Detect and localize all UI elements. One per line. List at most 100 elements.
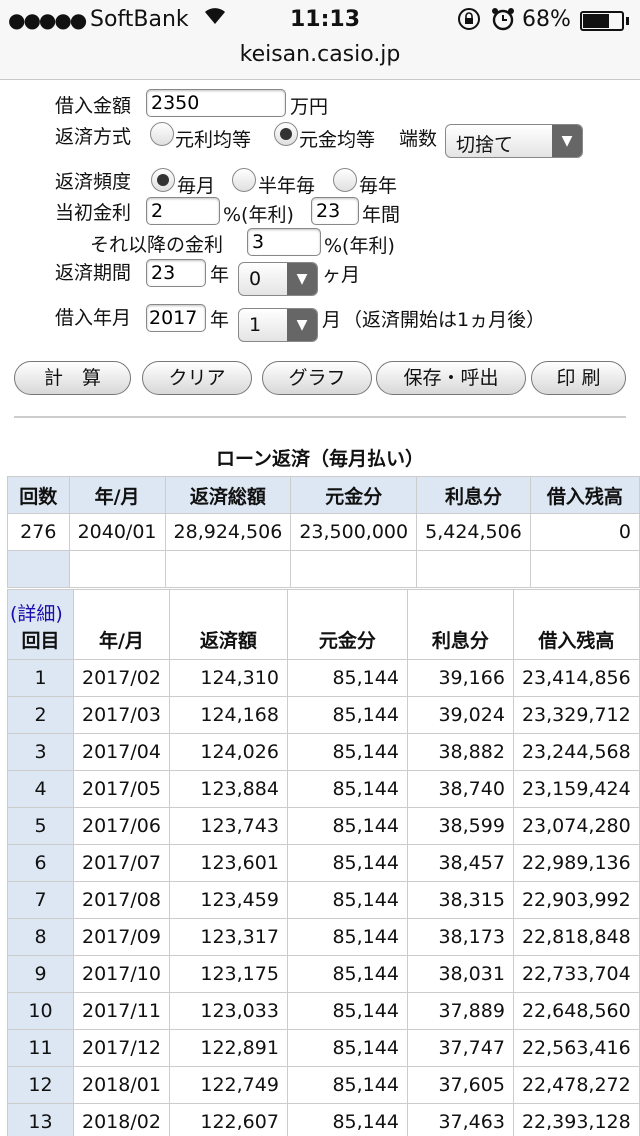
- summary-header-cell: 返済総額: [164, 476, 292, 514]
- table-cell: 37,747: [406, 1029, 514, 1067]
- loan-amount-label: 借入金額: [55, 95, 132, 117]
- table-cell: 39,024: [406, 696, 514, 734]
- period-years-input[interactable]: [146, 259, 206, 287]
- spacer-cell: [529, 550, 640, 588]
- table-row: 2 2017/03 124,168 85,144 39,024 23,329,712: [7, 696, 640, 734]
- address-bar[interactable]: keisan.casio.jp: [0, 40, 640, 80]
- start-note: （返済開始は1ヵ月後）: [343, 309, 546, 331]
- battery-percentage: 68%: [522, 7, 571, 32]
- table-cell: 2017/05: [73, 770, 170, 808]
- spacer-row: [7, 550, 640, 588]
- table-cell: 38,031: [406, 955, 514, 993]
- battery-icon: [580, 11, 624, 31]
- spacer-cell: [7, 550, 70, 588]
- table-cell: 2017/09: [73, 918, 170, 956]
- table-cell: 12: [7, 1066, 74, 1104]
- table-cell: 38,315: [406, 881, 514, 919]
- table-cell: 4: [7, 770, 74, 808]
- table-cell: 22,393,128: [512, 1103, 640, 1136]
- table-cell: 2017/03: [73, 696, 170, 734]
- table-row: 13 2018/02 122,607 85,144 37,463 22,393,128: [7, 1103, 640, 1136]
- table-cell: 23,159,424: [512, 770, 640, 808]
- start-year-input[interactable]: [146, 304, 206, 332]
- freq-monthly-radio[interactable]: [151, 168, 175, 192]
- freq-yearly-label[interactable]: 毎年: [359, 171, 397, 198]
- table-cell: 2017/10: [73, 955, 170, 993]
- summary-header-cell: 年/月: [68, 476, 166, 514]
- print-button[interactable]: 印 刷: [531, 361, 626, 395]
- table-row: 3 2017/04 124,026 85,144 38,882 23,244,568: [7, 733, 640, 771]
- freq-semiannual-radio[interactable]: [232, 168, 256, 192]
- detail-link[interactable]: (詳細): [10, 599, 65, 626]
- table-cell: 85,144: [286, 733, 408, 771]
- summary-header-row: 回数 年/月 返済総額 元金分 利息分 借入残高: [7, 476, 640, 514]
- table-cell: 2018/02: [73, 1103, 170, 1136]
- table-cell: 123,175: [168, 955, 288, 993]
- table-cell: 2018/01: [73, 1066, 170, 1104]
- clear-button[interactable]: クリア: [142, 361, 252, 395]
- summary-cell: 2040/01: [68, 513, 166, 551]
- table-cell: 37,605: [406, 1066, 514, 1104]
- summary-table: 回数 年/月 返済総額 元金分 利息分 借入残高 276 2040/01 28,…: [7, 476, 640, 588]
- table-cell: 85,144: [286, 659, 408, 697]
- table-cell: 2017/07: [73, 844, 170, 882]
- signal-strength-icon: ●●●●●: [8, 8, 87, 32]
- method-equal-principal-radio[interactable]: [274, 122, 298, 146]
- table-row: 1 2017/02 124,310 85,144 39,166 23,414,856: [7, 659, 640, 697]
- table-cell: 124,168: [168, 696, 288, 734]
- table-row: 6 2017/07 123,601 85,144 38,457 22,989,136: [7, 844, 640, 882]
- table-cell: 123,884: [168, 770, 288, 808]
- method-equal-principal-label[interactable]: 元金均等: [299, 125, 375, 152]
- detail-header-cell: 借入残高: [512, 589, 640, 660]
- calculate-button[interactable]: 計 算: [14, 361, 131, 395]
- loan-amount-input[interactable]: [146, 89, 286, 117]
- table-cell: 37,889: [406, 992, 514, 1030]
- table-cell: 38,457: [406, 844, 514, 882]
- method-equal-payment-radio[interactable]: [150, 122, 174, 146]
- summary-row: 276 2040/01 28,924,506 23,500,000 5,424,…: [7, 513, 640, 551]
- freq-monthly-label[interactable]: 毎月: [177, 171, 215, 198]
- detail-header-cell: 利息分: [406, 589, 514, 660]
- freq-yearly-radio[interactable]: [333, 168, 357, 192]
- table-cell: 85,144: [286, 1103, 408, 1136]
- method-equal-payment-label[interactable]: 元利均等: [175, 125, 251, 152]
- summary-header-cell: 回数: [7, 476, 70, 514]
- period-months-select[interactable]: 0 ▼: [238, 262, 318, 296]
- table-row: 4 2017/05 123,884 85,144 38,740 23,159,424: [7, 770, 640, 808]
- start-date-label: 借入年月: [55, 307, 132, 329]
- table-cell: 122,607: [168, 1103, 288, 1136]
- graph-button[interactable]: グラフ: [262, 361, 372, 395]
- table-row: 5 2017/06 123,743 85,144 38,599 23,074,280: [7, 807, 640, 845]
- table-cell: 23,414,856: [512, 659, 640, 697]
- table-cell: 22,818,848: [512, 918, 640, 956]
- table-cell: 23,244,568: [512, 733, 640, 771]
- rounding-selected-value: 切捨て: [456, 134, 514, 156]
- initial-rate-years-input[interactable]: [311, 197, 359, 225]
- start-month-select[interactable]: 1 ▼: [238, 308, 318, 342]
- table-cell: 22,563,416: [512, 1029, 640, 1067]
- table-cell: 2017/04: [73, 733, 170, 771]
- freq-semiannual-label[interactable]: 半年毎: [258, 171, 315, 198]
- table-row: 12 2018/01 122,749 85,144 37,605 22,478,272: [7, 1066, 640, 1104]
- detail-table-body: 1 2017/02 124,310 85,144 39,166 23,414,856 2 20…: [7, 659, 640, 1136]
- table-cell: 38,599: [406, 807, 514, 845]
- table-row: 9 2017/10 123,175 85,144 38,031 22,733,704: [7, 955, 640, 993]
- rounding-select[interactable]: 切捨て ▼: [445, 124, 583, 158]
- later-rate-input[interactable]: [247, 228, 321, 256]
- summary-header-cell: 元金分: [290, 476, 418, 514]
- spacer-cell: [68, 550, 166, 588]
- start-month-selected-value: 1: [249, 314, 262, 336]
- save-load-button[interactable]: 保存・呼出: [376, 361, 526, 395]
- table-cell: 123,601: [168, 844, 288, 882]
- summary-cell: 28,924,506: [164, 513, 292, 551]
- initial-rate-input[interactable]: [146, 197, 220, 225]
- table-cell: 85,144: [286, 1066, 408, 1104]
- table-cell: 38,173: [406, 918, 514, 956]
- table-cell: 13: [7, 1103, 74, 1136]
- spacer-cell: [164, 550, 292, 588]
- table-cell: 22,648,560: [512, 992, 640, 1030]
- table-cell: 124,026: [168, 733, 288, 771]
- table-cell: 85,144: [286, 770, 408, 808]
- initial-rate-unit: %(年利): [223, 204, 294, 226]
- table-cell: 85,144: [286, 918, 408, 956]
